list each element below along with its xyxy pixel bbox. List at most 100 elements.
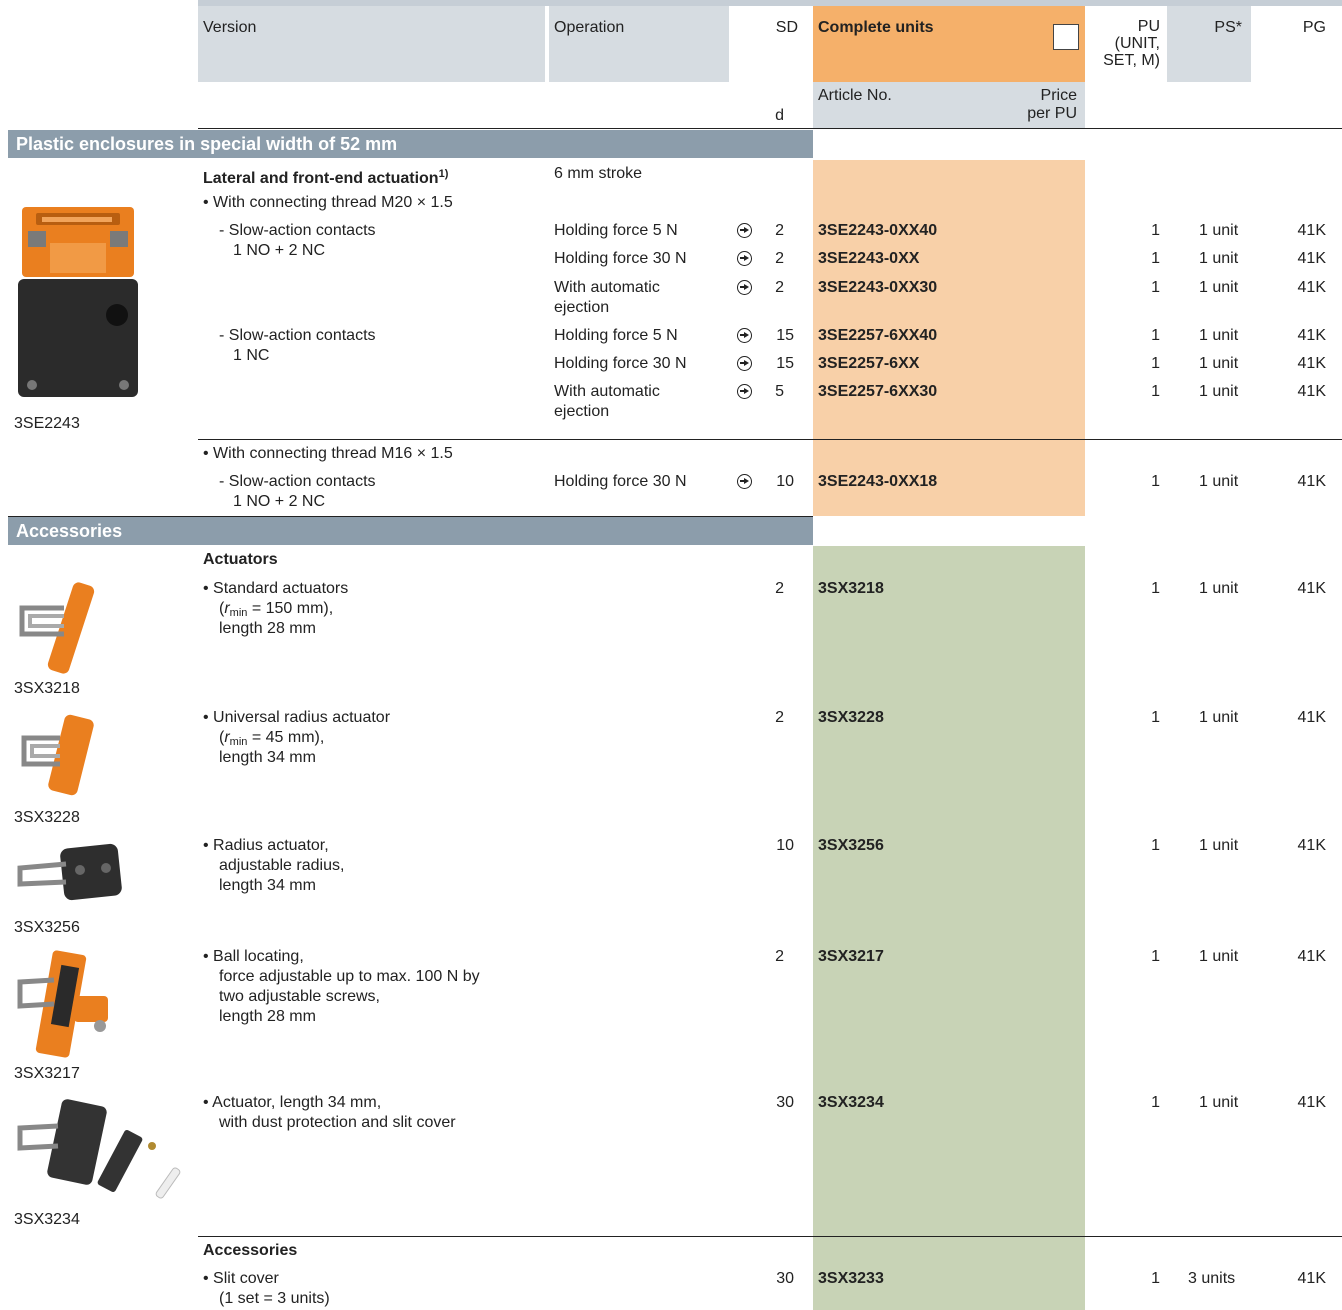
row-pu: 1 [1151,279,1160,296]
article-column-highlight-green [813,546,1085,1310]
row-article: 3SX3256 [818,837,884,854]
row-pg: 41K [1297,383,1326,400]
row-pg: 41K [1297,250,1326,267]
row-operation: Holding force 5 N [554,222,678,239]
row-sd: 2 [775,948,784,965]
row-article: 3SE2257-6XX [818,355,920,372]
row-pg: 41K [1297,327,1326,344]
row-sd: 15 [776,355,794,372]
contacts-a2: 1 NO + 2 NC [233,242,326,259]
row-pg: 41K [1297,355,1326,372]
row-pu: 1 [1151,948,1160,965]
header-sd-unit: d [775,107,784,124]
actuator-image [17,1099,181,1199]
row-ps: 1 unit [1199,250,1239,267]
row-pu: 1 [1151,250,1160,267]
row-pg: 41K [1297,709,1326,726]
header-sd: SD [775,19,798,36]
contacts-c2: 1 NO + 2 NC [233,493,326,510]
actuator-image [21,714,94,796]
radius-value: = 45 mm), [247,729,325,746]
contacts-a1: - Slow-action contacts [219,222,376,239]
row-pg: 41K [1297,1094,1326,1111]
circled-arrow-icon [737,251,752,266]
row-ps: 3 units [1188,1270,1236,1287]
header-price-2: per PU [1027,105,1077,122]
contacts-b2: 1 NC [233,347,270,364]
row-operation-2: ejection [554,299,610,316]
row-sd: 2 [775,222,784,239]
row-operation: With automatic [554,383,660,400]
row-article: 3SE2257-6XX30 [818,383,938,400]
subheading-lateral: Lateral and front-end actuation1) [203,164,448,189]
header-pu-2: (UNIT, [1114,35,1160,52]
row-pu: 1 [1151,222,1160,239]
checkbox-icon[interactable] [1053,24,1079,50]
row-pg: 41K [1297,837,1326,854]
circled-arrow-icon [737,223,752,238]
row-sd: 5 [775,383,784,400]
circled-arrow-icon [737,474,752,489]
row-ps: 1 unit [1199,837,1239,854]
section1-divider [198,439,1342,440]
row-pu: 1 [1151,837,1160,854]
image-caption: 3SX3256 [14,919,80,936]
row-ps: 1 unit [1199,1094,1239,1111]
header-bottom-rule [198,128,1342,129]
row-article: 3SE2243-0XX18 [818,473,938,490]
row-pg: 41K [1297,279,1326,296]
row-operation: Holding force 30 N [554,355,687,372]
row-sd: 2 [775,279,784,296]
actuator-image [17,950,108,1058]
item-line-4: length 28 mm [219,1008,316,1025]
circled-arrow-icon [737,280,752,295]
row-article: 3SE2243-0XX30 [818,279,938,296]
row-sd: 30 [776,1270,794,1287]
subheading-text: Lateral and front-end actuation [203,170,439,187]
item-line-1: • Actuator, length 34 mm, [203,1094,382,1111]
item-line-1: • Slit cover [203,1270,279,1287]
row-article: 3SX3234 [818,1094,884,1111]
row-sd: 10 [776,473,794,490]
row-sd: 15 [776,327,794,344]
footnote-ref: 1) [438,168,449,180]
row-article: 3SE2243-0XX [818,250,920,267]
row-pu: 1 [1151,383,1160,400]
contacts-b1: - Slow-action contacts [219,327,376,344]
circled-arrow-icon [737,356,752,371]
row-sd: 2 [775,250,784,267]
row-pu: 1 [1151,709,1160,726]
image-caption: 3SX3234 [14,1211,80,1228]
row-article: 3SE2257-6XX40 [818,327,938,344]
item-line-3: length 34 mm [219,877,316,894]
actuator-image [19,582,95,674]
circled-arrow-icon [737,328,752,343]
row-sd: 2 [775,580,784,597]
header-article-no: Article No. [818,87,892,104]
row-pu: 1 [1151,327,1160,344]
header-price-1: Price [1040,87,1077,104]
row-ps: 1 unit [1199,327,1239,344]
image-caption: 3SX3217 [14,1065,80,1082]
item-line-2: force adjustable up to max. 100 N by [219,968,480,985]
row-ps: 1 unit [1199,473,1239,490]
row-pu: 1 [1151,1094,1160,1111]
item-line-3: length 34 mm [219,749,316,766]
image-caption: 3SX3228 [14,809,80,826]
safety-switch-image [18,207,138,397]
row-pg: 41K [1297,948,1326,965]
row-pu: 1 [1151,473,1160,490]
row-ps: 1 unit [1199,222,1239,239]
item-line-3: length 28 mm [219,620,316,637]
row-pg: 41K [1297,473,1326,490]
row-pu: 1 [1151,355,1160,372]
stroke-text: 6 mm stroke [554,165,643,182]
item-line-2: (1 set = 3 units) [219,1290,330,1307]
row-article: 3SX3233 [818,1270,884,1287]
thread-m16: • With connecting thread M16 × 1.5 [203,445,453,462]
row-operation: Holding force 5 N [554,327,678,344]
item-line-1: • Radius actuator, [203,837,329,854]
circled-arrow-icon [737,384,752,399]
min-subscript: min [229,736,248,748]
row-pg: 41K [1297,222,1326,239]
